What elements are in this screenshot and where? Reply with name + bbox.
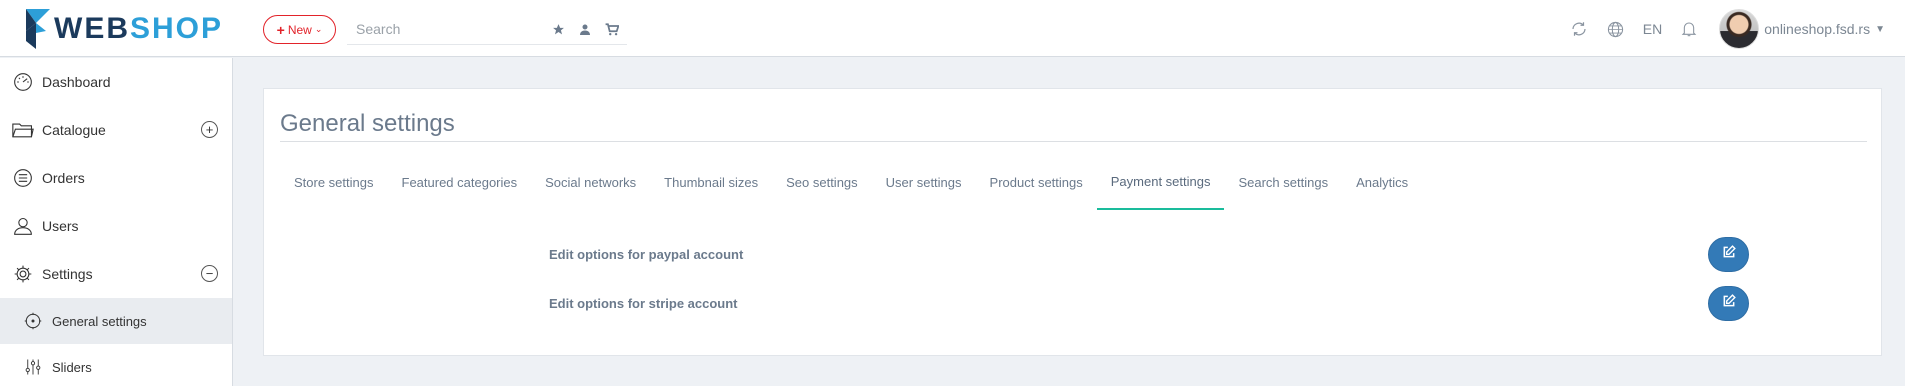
stripe-option-label: Edit options for stripe account: [549, 295, 738, 311]
sidebar: Dashboard Catalogue + Orders Users Setti…: [0, 58, 233, 386]
settings-panel: General settings Store settings Featured…: [263, 88, 1882, 356]
tab-social-networks[interactable]: Social networks: [531, 169, 650, 210]
sidebar-item-dashboard[interactable]: Dashboard: [0, 58, 232, 106]
webshop-logo[interactable]: WEBSHOP: [24, 9, 223, 49]
cog-circle-icon: [22, 310, 44, 332]
user-name[interactable]: onlineshop.fsd.rs: [1764, 21, 1870, 37]
search-input[interactable]: [347, 21, 542, 37]
logo-text-web: WEB: [54, 12, 130, 45]
tab-seo-settings[interactable]: Seo settings: [772, 169, 872, 210]
sidebar-item-label: Orders: [42, 170, 85, 186]
tab-analytics[interactable]: Analytics: [1342, 169, 1422, 210]
list-icon: [12, 167, 34, 189]
sidebar-item-label: Sliders: [52, 359, 92, 375]
sidebar-item-label: General settings: [52, 313, 147, 329]
header-right: EN onlineshop.fsd.rs ▼: [1551, 9, 1885, 49]
tab-search-settings[interactable]: Search settings: [1224, 169, 1342, 210]
gear-icon: [12, 263, 34, 285]
logo-text: WEBSHOP: [54, 12, 223, 46]
sidebar-item-general-settings[interactable]: General settings: [0, 298, 232, 344]
edit-icon: [1722, 245, 1736, 264]
stripe-option-row: Edit options for stripe account: [549, 286, 1749, 321]
expand-plus-icon[interactable]: +: [201, 121, 218, 138]
sidebar-item-label: Settings: [42, 266, 93, 282]
tab-user-settings[interactable]: User settings: [872, 169, 976, 210]
dashboard-icon: [12, 71, 34, 93]
user-icon[interactable]: [579, 23, 591, 36]
sidebar-item-orders[interactable]: Orders: [0, 154, 232, 202]
sidebar-item-sliders[interactable]: Sliders: [0, 344, 232, 386]
paypal-option-label: Edit options for paypal account: [549, 246, 744, 262]
tab-product-settings[interactable]: Product settings: [976, 169, 1097, 210]
search-bar: [347, 14, 627, 45]
bell-icon[interactable]: [1681, 20, 1697, 38]
sidebar-item-label: Catalogue: [42, 122, 106, 138]
folder-icon: [12, 119, 34, 141]
globe-icon[interactable]: [1607, 21, 1624, 38]
cart-icon[interactable]: [605, 22, 619, 36]
logo-text-shop: SHOP: [130, 12, 224, 45]
page-title: General settings: [280, 110, 455, 137]
top-header: WEBSHOP + New ⌄ EN: [0, 0, 1905, 57]
tab-store-settings[interactable]: Store settings: [280, 169, 388, 210]
tab-featured-categories[interactable]: Featured categories: [388, 169, 532, 210]
tab-thumbnail-sizes[interactable]: Thumbnail sizes: [650, 169, 772, 210]
caret-down-icon[interactable]: ▼: [1875, 24, 1885, 35]
language-selector[interactable]: EN: [1643, 21, 1662, 37]
refresh-icon[interactable]: [1570, 20, 1588, 38]
edit-stripe-button[interactable]: [1708, 286, 1749, 321]
user-icon: [12, 215, 34, 237]
avatar[interactable]: [1719, 9, 1760, 49]
edit-icon: [1722, 294, 1736, 313]
chevron-down-icon: ⌄: [314, 24, 323, 34]
star-icon[interactable]: [552, 23, 565, 36]
sidebar-item-label: Users: [42, 218, 79, 234]
edit-paypal-button[interactable]: [1708, 237, 1749, 272]
sidebar-item-label: Dashboard: [42, 74, 111, 90]
tab-payment-settings[interactable]: Payment settings: [1096, 169, 1225, 210]
new-button[interactable]: + New ⌄: [263, 15, 336, 44]
collapse-minus-icon[interactable]: −: [201, 265, 218, 282]
sidebar-item-settings[interactable]: Settings −: [0, 250, 232, 298]
logo-flag-icon: [24, 9, 52, 49]
sidebar-item-users[interactable]: Users: [0, 202, 232, 250]
sliders-icon: [22, 356, 44, 378]
title-divider: [280, 141, 1867, 142]
settings-tabs: Store settings Featured categories Socia…: [280, 169, 1422, 210]
new-button-label: New: [287, 22, 312, 37]
search-icons: [552, 22, 619, 36]
plus-icon: +: [276, 21, 285, 38]
sidebar-item-catalogue[interactable]: Catalogue +: [0, 106, 232, 154]
paypal-option-row: Edit options for paypal account: [549, 237, 1749, 272]
